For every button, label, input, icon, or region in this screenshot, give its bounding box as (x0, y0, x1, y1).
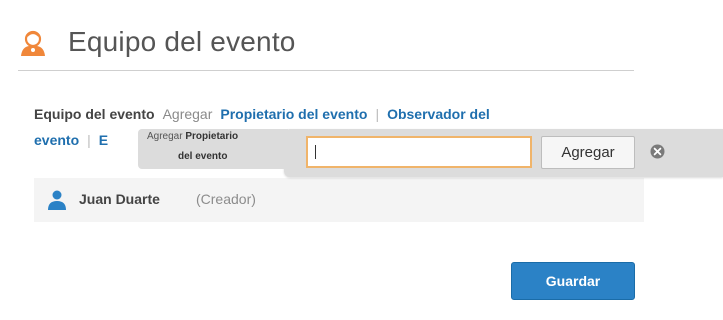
tab-partial-hidden[interactable]: E (99, 132, 108, 148)
tab-separator: | (87, 132, 91, 148)
tab-separator: | (375, 106, 380, 122)
add-owner-popover-label: Agregar Propietario del evento (138, 129, 288, 169)
save-button[interactable]: Guardar (511, 262, 635, 300)
close-circle-icon[interactable] (650, 144, 665, 159)
member-role: (Creador) (196, 191, 256, 207)
tab-event-team[interactable]: Equipo del evento (34, 106, 155, 122)
popover-label-prefix: Agregar (147, 131, 183, 142)
tab-event-owner[interactable]: Propietario del evento (220, 106, 367, 122)
member-name: Juan Duarte (79, 191, 160, 207)
event-team-person-icon (21, 30, 45, 56)
tab-event-observer-line1: Observador del (387, 106, 490, 122)
popover-add-button[interactable]: Agregar (541, 136, 635, 169)
page-title: Equipo del evento (68, 26, 296, 57)
popover-label-bold: Propietario (185, 131, 239, 142)
tab-event-observer-line2: evento (34, 132, 80, 148)
tab-add[interactable]: Agregar (163, 106, 213, 122)
team-member-row: Juan Duarte (Creador) (34, 178, 644, 222)
owner-search-input[interactable] (306, 136, 532, 168)
page-header: Equipo del evento (18, 26, 634, 71)
popover-label-line2: del evento (178, 151, 228, 162)
text-caret (315, 145, 316, 159)
user-icon (48, 190, 66, 210)
